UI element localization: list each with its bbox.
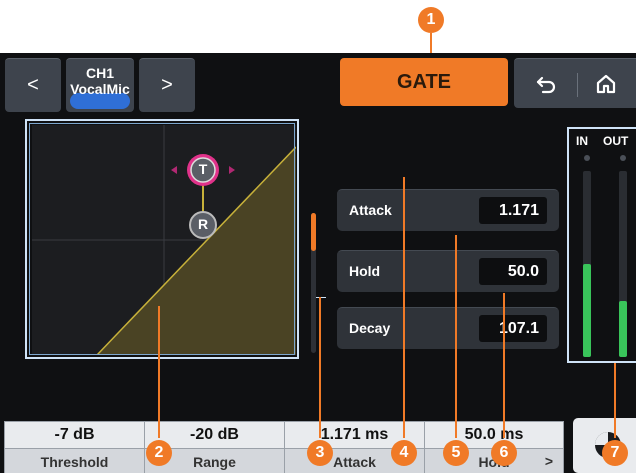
callout-1: 1 <box>418 7 444 33</box>
threshold-summary-value: -7 dB <box>54 426 95 443</box>
graph-highlight-frame-inner <box>29 123 295 355</box>
hold-label: Hold <box>349 263 381 279</box>
button-divider <box>577 73 578 97</box>
callout-5: 5 <box>443 440 469 466</box>
callout-7: 7 <box>602 440 628 466</box>
callout-line-6 <box>503 293 505 438</box>
callout-3: 3 <box>307 440 333 466</box>
prev-icon: < <box>27 74 39 96</box>
meter-out-label: OUT <box>603 134 629 148</box>
home-icon[interactable] <box>594 72 618 96</box>
attack-value[interactable]: 1.171 <box>479 197 547 224</box>
prev-channel-button[interactable]: < <box>5 58 61 112</box>
callout-line-3 <box>319 297 321 438</box>
hold-param[interactable]: Hold 50.0 <box>337 250 559 292</box>
chevron-right-icon[interactable]: > <box>545 448 553 473</box>
callout-4: 4 <box>391 440 417 466</box>
callout-line-7 <box>614 363 616 438</box>
attack-label: Attack <box>349 202 392 218</box>
channel-number: CH1 <box>85 65 114 81</box>
channel-name: VocalMic <box>70 81 130 97</box>
in-meter-level <box>583 264 591 357</box>
parameter-scrollbar-thumb[interactable] <box>311 213 316 251</box>
callout-line-4 <box>403 177 405 438</box>
decay-value[interactable]: 107.1 <box>479 315 547 342</box>
gate-screen: < CH1 VocalMic > GATE T R Attack 1.171 H… <box>0 53 636 473</box>
threshold-summary[interactable]: -7 dB Threshold <box>4 421 145 473</box>
undo-arrow-icon[interactable] <box>534 73 558 97</box>
threshold-summary-name: Threshold <box>5 448 144 473</box>
decay-label: Decay <box>349 320 391 336</box>
gate-title-button[interactable]: GATE <box>340 58 508 106</box>
top-right-buttons <box>514 58 636 108</box>
channel-name-button[interactable]: CH1 VocalMic <box>66 58 134 112</box>
out-meter-level <box>619 301 627 357</box>
meter-in-label: IN <box>576 134 588 148</box>
next-channel-button[interactable]: > <box>139 58 195 112</box>
callout-2: 2 <box>146 440 172 466</box>
in-peak-indicator <box>584 155 590 161</box>
parameter-summary-bar[interactable]: -7 dB Threshold -20 dB Range 1.171 ms At… <box>4 421 564 473</box>
callout-line-2 <box>158 306 160 438</box>
callout-line-1 <box>430 33 432 55</box>
decay-param[interactable]: Decay 107.1 <box>337 307 559 349</box>
scrollbar-marker <box>316 297 326 298</box>
hold-value[interactable]: 50.0 <box>479 258 547 285</box>
next-icon: > <box>161 74 173 96</box>
out-peak-indicator <box>620 155 626 161</box>
attack-param[interactable]: Attack 1.171 <box>337 189 559 231</box>
callout-6: 6 <box>491 440 517 466</box>
callout-line-5 <box>455 235 457 438</box>
